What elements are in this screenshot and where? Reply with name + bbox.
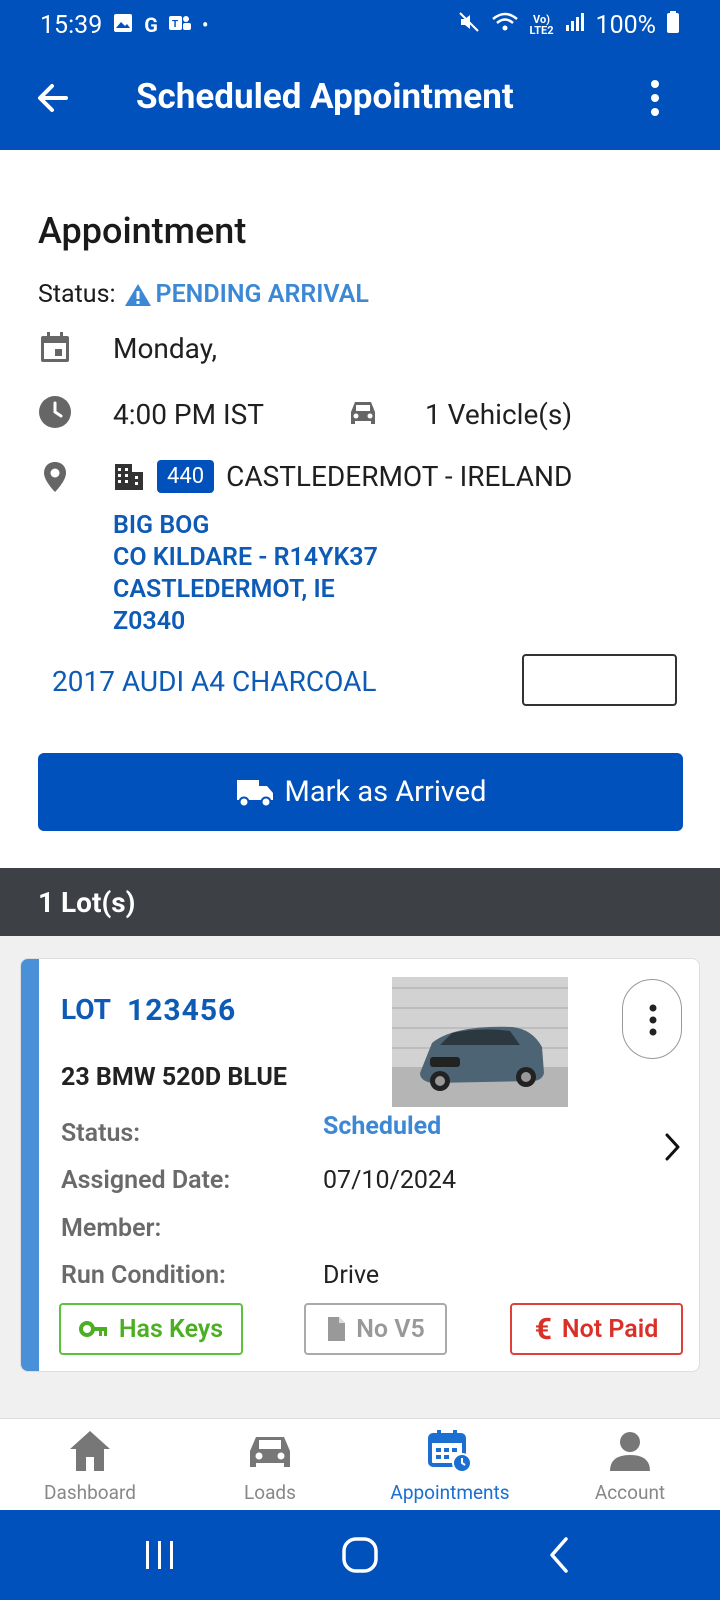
assigned-date-label: Assigned Date: bbox=[61, 1166, 231, 1195]
vehicle-count: 1 Vehicle(s) bbox=[425, 398, 573, 431]
chevron-right-icon[interactable] bbox=[664, 1131, 682, 1163]
address-line: BIG BOG bbox=[113, 511, 210, 540]
appointment-status: Status: PENDING ARRIVAL bbox=[38, 280, 369, 309]
building-icon bbox=[113, 462, 147, 496]
lot-number[interactable]: 123456 bbox=[127, 993, 236, 1028]
svg-text:T: T bbox=[172, 19, 178, 30]
warning-icon bbox=[124, 283, 151, 306]
person-icon bbox=[610, 1432, 650, 1471]
back-arrow-icon[interactable] bbox=[34, 76, 74, 120]
appointment-section: Appointment Status: PENDING ARRIVAL Mond… bbox=[0, 150, 720, 868]
recent-apps-icon[interactable] bbox=[140, 1535, 180, 1575]
has-keys-tag: Has Keys bbox=[59, 1303, 243, 1355]
lot-vehicle-photo[interactable] bbox=[392, 977, 568, 1107]
has-keys-label: Has Keys bbox=[118, 1314, 224, 1344]
home-icon bbox=[70, 1431, 110, 1471]
address-line: CO KILDARE - R14YK37 bbox=[113, 543, 378, 572]
location-name: CASTLEDERMOT - IRELAND bbox=[226, 460, 573, 493]
google-icon: G bbox=[144, 13, 158, 37]
wifi-icon bbox=[491, 10, 519, 41]
nav-account[interactable]: Account bbox=[540, 1419, 720, 1511]
location-pin-icon bbox=[38, 460, 72, 494]
nav-dashboard-label: Dashboard bbox=[44, 1481, 136, 1504]
gallery-icon bbox=[112, 12, 134, 39]
address-line: CASTLEDERMOT, IE bbox=[113, 575, 335, 604]
system-navigation-bar bbox=[0, 1510, 720, 1600]
signal-icon bbox=[564, 11, 586, 40]
clock-icon bbox=[38, 395, 72, 429]
mute-icon bbox=[457, 10, 481, 41]
system-status-bar: 15:39 G T • Vo) LTE2 100% bbox=[0, 0, 720, 50]
appointment-date: Monday, bbox=[113, 332, 217, 365]
no-v5-label: No V5 bbox=[356, 1314, 425, 1344]
calendar-icon bbox=[38, 330, 72, 364]
truck-icon bbox=[236, 780, 273, 808]
app-bar: Scheduled Appointment bbox=[0, 50, 720, 150]
vehicle-input-field[interactable] bbox=[522, 654, 677, 706]
assigned-date-value: 07/10/2024 bbox=[323, 1166, 457, 1195]
location-line: 440 CASTLEDERMOT - IRELAND bbox=[157, 460, 572, 493]
lot-vehicle-title: 23 BMW 520D BLUE bbox=[61, 1063, 287, 1092]
nav-loads-label: Loads bbox=[244, 1481, 296, 1504]
battery-percent: 100% bbox=[595, 10, 656, 40]
mark-as-arrived-button[interactable]: Mark as Arrived bbox=[38, 753, 683, 831]
car-icon bbox=[346, 398, 380, 432]
address-line: Z0340 bbox=[113, 607, 186, 636]
location-code-badge: 440 bbox=[157, 460, 215, 493]
teams-icon: T bbox=[168, 12, 192, 39]
run-condition-label: Run Condition: bbox=[61, 1261, 226, 1290]
not-paid-tag: € Not Paid bbox=[510, 1303, 683, 1355]
euro-icon: € bbox=[534, 1311, 552, 1347]
nav-appointments-label: Appointments bbox=[390, 1481, 510, 1504]
appointment-heading: Appointment bbox=[38, 210, 247, 252]
key-icon bbox=[78, 1321, 107, 1337]
lot-card[interactable]: LOT 123456 23 BMW 520D BLUE Status: Sche… bbox=[20, 958, 700, 1372]
mark-as-arrived-label: Mark as Arrived bbox=[284, 775, 487, 809]
member-label: Member: bbox=[61, 1214, 162, 1243]
no-v5-tag: No V5 bbox=[304, 1303, 447, 1355]
lots-header: 1 Lot(s) bbox=[0, 868, 720, 936]
lot-label: LOT bbox=[61, 993, 112, 1026]
lot-card-accent bbox=[21, 959, 39, 1371]
home-button-icon[interactable] bbox=[340, 1535, 380, 1575]
nav-dashboard[interactable]: Dashboard bbox=[0, 1419, 180, 1511]
vehicle-description[interactable]: 2017 AUDI A4 CHARCOAL bbox=[52, 665, 376, 698]
run-condition-value: Drive bbox=[323, 1261, 380, 1290]
battery-icon bbox=[666, 10, 680, 41]
lot-status-label: Status: bbox=[61, 1119, 141, 1148]
document-icon bbox=[328, 1317, 346, 1341]
status-value: PENDING ARRIVAL bbox=[155, 280, 369, 309]
car-icon bbox=[250, 1437, 290, 1467]
nav-appointments[interactable]: Appointments bbox=[360, 1419, 540, 1511]
volte-icon: Vo) LTE2 bbox=[529, 13, 554, 37]
not-paid-label: Not Paid bbox=[561, 1314, 659, 1344]
calendar-clock-icon bbox=[428, 1430, 472, 1473]
lot-status-value: Scheduled bbox=[323, 1112, 442, 1141]
nav-account-label: Account bbox=[594, 1481, 666, 1504]
status-label: Status: bbox=[38, 280, 116, 309]
address-block[interactable]: BIG BOG CO KILDARE - R14YK37 CASTLEDERMO… bbox=[113, 510, 378, 638]
nav-loads[interactable]: Loads bbox=[180, 1419, 360, 1511]
dot-icon: • bbox=[201, 13, 209, 37]
clock: 15:39 bbox=[40, 10, 103, 40]
more-vert-icon bbox=[649, 1004, 657, 1036]
appointment-time: 4:00 PM IST bbox=[113, 398, 264, 431]
lot-more-button[interactable] bbox=[622, 979, 682, 1059]
more-vert-icon[interactable] bbox=[640, 72, 670, 124]
page-title: Scheduled Appointment bbox=[136, 76, 514, 117]
bottom-navigation: Dashboard Loads Appointments Account bbox=[0, 1418, 720, 1510]
system-back-icon[interactable] bbox=[540, 1535, 580, 1575]
